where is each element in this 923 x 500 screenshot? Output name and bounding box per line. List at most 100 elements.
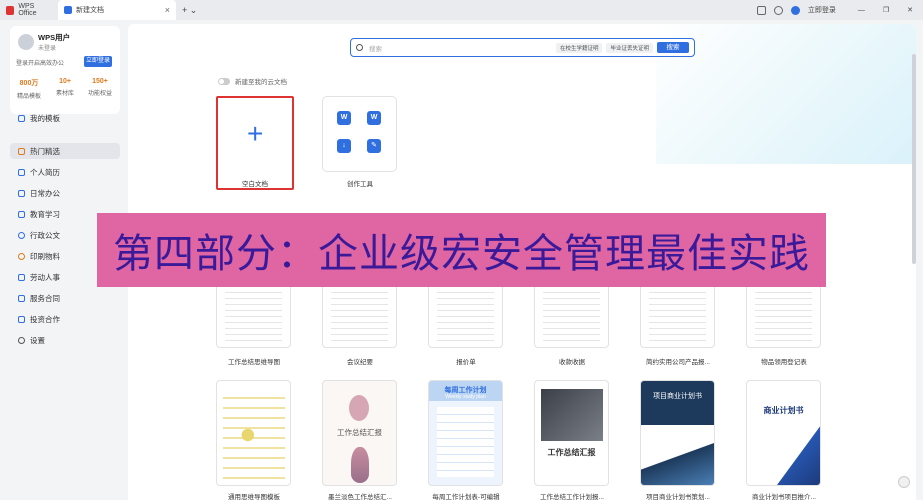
book-icon <box>18 210 25 218</box>
search-bar[interactable]: 搜索 在校生学籍证明 毕业证丢失证明 搜索 <box>350 38 695 57</box>
template-label: 收款收据 <box>559 359 585 366</box>
poster-title: 商业计划书 <box>763 406 804 415</box>
template-label: 墨兰淡色工作总结汇... <box>328 494 392 500</box>
avatar-icon <box>790 5 800 15</box>
sidebar-item-featured[interactable]: 热门精选 <box>10 143 120 159</box>
template-card[interactable] <box>216 380 291 486</box>
tab-close-icon[interactable]: × <box>165 5 170 15</box>
search-tag[interactable]: 在校生学籍证明 <box>555 42 603 53</box>
print-icon <box>18 252 25 260</box>
template-card[interactable] <box>428 280 503 348</box>
titlebar-right: 立即登录 — ❐ ✕ <box>756 5 923 15</box>
template-card[interactable] <box>322 280 397 348</box>
creation-tools-label: 创作工具 <box>347 181 373 188</box>
sidebar-item-office[interactable]: 日常办公 <box>10 185 120 201</box>
template-label: 报价单 <box>456 359 476 366</box>
word-icon: W <box>337 111 351 125</box>
search-icon <box>356 44 363 51</box>
stat-benefits[interactable]: 150+ 功能权益 <box>85 78 115 97</box>
stamp-icon <box>18 231 25 239</box>
template-thumbnail <box>225 287 282 341</box>
settings-icon[interactable] <box>773 5 783 15</box>
template-card[interactable]: 工作总结汇报 <box>322 380 397 486</box>
sidebar-item-settings[interactable]: 设置 <box>10 332 120 348</box>
gear-icon <box>18 336 25 344</box>
people-icon <box>18 273 25 281</box>
sidebar-item-my-templates[interactable]: 我的模板 <box>10 110 120 126</box>
toggle-switch[interactable] <box>218 77 230 85</box>
login-tip: 登录开启高效办公 <box>16 61 65 67</box>
wps-logo-icon <box>6 5 15 15</box>
template-card[interactable] <box>746 280 821 348</box>
search-input[interactable]: 搜索 <box>369 43 556 53</box>
search-tag[interactable]: 毕业证丢失证明 <box>606 42 653 53</box>
stat-templates[interactable]: 800万 精品模板 <box>14 78 44 100</box>
scrollbar[interactable] <box>912 54 916 264</box>
refresh-icon[interactable] <box>898 476 910 488</box>
user-status: 未登录 <box>38 46 57 52</box>
poster-title: 工作总结汇报 <box>337 428 382 437</box>
template-card[interactable]: 商业计划书 <box>746 380 821 486</box>
sidebar-item-label: 我的模板 <box>30 113 60 123</box>
sidebar-item-contracts[interactable]: 服务合同 <box>10 290 120 306</box>
tab-new-document[interactable]: 新建文档 × <box>58 0 176 20</box>
restore-button[interactable]: ❐ <box>883 6 889 14</box>
close-button[interactable]: ✕ <box>907 6 913 14</box>
plus-icon: + <box>247 118 264 149</box>
chart-icon <box>18 315 25 323</box>
template-thumbnail <box>331 287 388 341</box>
template-thumbnail <box>649 287 706 341</box>
stat-value: 150+ <box>92 78 108 85</box>
stat-label: 精品模板 <box>16 94 41 100</box>
sidebar-item-resume[interactable]: 个人简历 <box>10 164 120 180</box>
template-label: 工作总结工作计划报... <box>540 494 604 500</box>
poster-thumbnail: 工作总结汇报 <box>323 381 396 485</box>
poster-thumbnail: 每周工作计划 Weekly study plan <box>429 381 502 485</box>
poster-title: 工作总结汇报 <box>547 448 596 457</box>
sidebar-item-label: 日常办公 <box>30 188 60 198</box>
stat-label: 素材库 <box>55 91 74 97</box>
template-label: 会议纪要 <box>347 359 373 366</box>
background-decoration <box>656 24 916 164</box>
cloud-toggle-label: 新建至我的云文档 <box>235 79 287 86</box>
stat-label: 功能权益 <box>87 91 112 97</box>
template-thumbnail <box>543 287 600 341</box>
resume-icon <box>18 168 25 176</box>
search-button[interactable]: 搜索 <box>657 42 689 53</box>
poster-subtitle: Weekly study plan <box>445 394 486 400</box>
download-icon: ↓ <box>337 139 351 153</box>
poster-thumbnail: 商业计划书 <box>747 381 820 485</box>
titlebar-login-link[interactable]: 立即登录 <box>808 5 836 15</box>
overlay-banner: 第四部分：企业级宏安全管理最佳实践 <box>97 213 826 287</box>
sidebar-item-investment[interactable]: 投资合作 <box>10 311 120 327</box>
template-card[interactable]: 每周工作计划 Weekly study plan <box>428 380 503 486</box>
template-card[interactable] <box>640 280 715 348</box>
stat-assets[interactable]: 10+ 素材库 <box>50 78 80 97</box>
mindmap-thumbnail <box>223 389 285 481</box>
tools-grid: W W ↓ ✎ <box>337 111 383 153</box>
blank-document-card[interactable]: + 空白文档 <box>216 96 294 190</box>
tab-wps-office[interactable]: WPS Office <box>0 0 58 20</box>
stat-value: 800万 <box>19 80 39 87</box>
user-avatar[interactable] <box>18 34 34 50</box>
edit-icon: ✎ <box>367 139 381 153</box>
window-layout-icon[interactable] <box>756 5 766 15</box>
poster-thumbnail: 项目商业计划书 <box>641 381 714 485</box>
new-tab-button[interactable]: + ⌄ <box>182 5 197 16</box>
sidebar-item-label: 热门精选 <box>30 146 60 156</box>
creation-tools-card[interactable]: W W ↓ ✎ <box>322 96 397 172</box>
sidebar-item-label: 服务合同 <box>30 293 60 303</box>
stat-value: 10+ <box>59 78 71 85</box>
login-button[interactable]: 立即登录 <box>84 56 112 67</box>
minimize-button[interactable]: — <box>858 7 865 14</box>
sidebar-item-label: 个人简历 <box>30 167 60 177</box>
sidebar-item-label: 设置 <box>30 335 45 345</box>
template-card[interactable]: 工作总结汇报 <box>534 380 609 486</box>
template-card[interactable] <box>216 280 291 348</box>
tab-wps-office-label: WPS Office <box>18 3 37 17</box>
template-card[interactable]: 项目商业计划书 <box>640 380 715 486</box>
monitor-icon <box>18 189 25 197</box>
tab-new-document-label: 新建文档 <box>76 7 104 14</box>
cloud-toggle[interactable]: 新建至我的云文档 <box>218 76 287 86</box>
template-card[interactable] <box>534 280 609 348</box>
